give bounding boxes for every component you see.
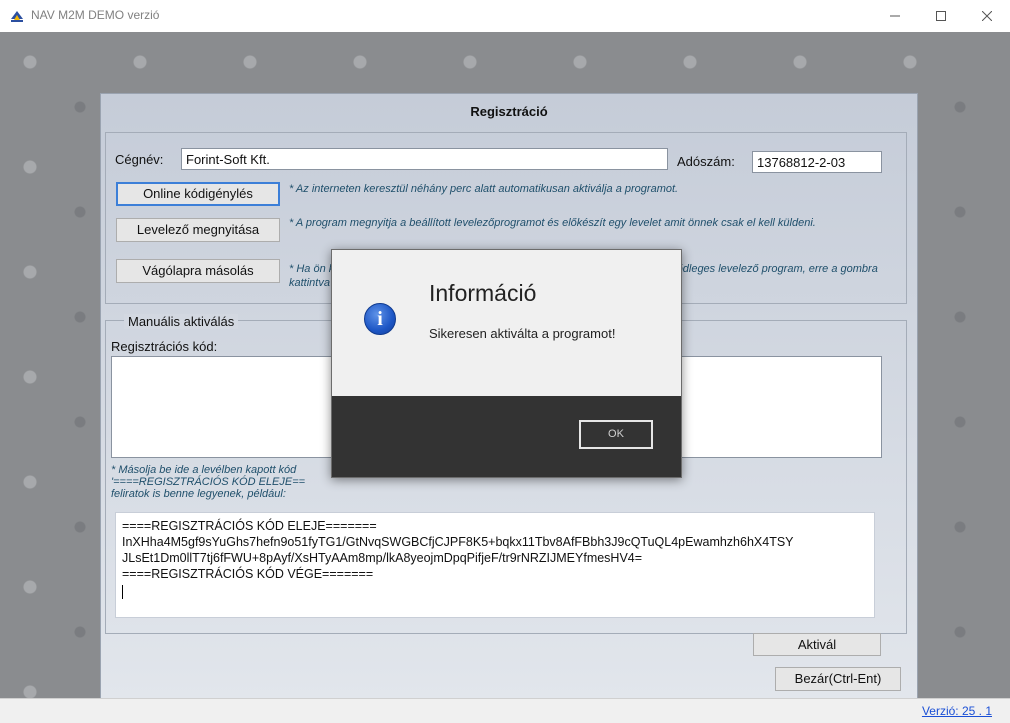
code-input[interactable]: ====REGISZTRÁCIÓS KÓD ELEJE======= InXHh… [115, 512, 875, 618]
text-caret [122, 585, 123, 599]
code-line-end: ====REGISZTRÁCIÓS KÓD VÉGE======= [122, 567, 374, 581]
close-icon [982, 11, 992, 21]
online-hint: * Az interneten keresztül néhány perc al… [289, 183, 679, 195]
dialog-message: Sikeresen aktiválta a programot! [429, 326, 616, 341]
window-title: NAV M2M DEMO verzió [31, 8, 160, 22]
minimize-button[interactable] [872, 0, 918, 32]
close-button[interactable]: Bezár(Ctrl-Ent) [775, 667, 901, 691]
tax-label: Adószám: [677, 154, 735, 169]
info-dialog: Információ i Sikeresen aktiválta a progr… [331, 249, 682, 478]
maximize-icon [936, 11, 946, 21]
company-input[interactable]: Forint-Soft Kft. [181, 148, 668, 170]
open-mail-button[interactable]: Levelező megnyitása [116, 218, 280, 242]
activate-button[interactable]: Aktivál [753, 633, 881, 656]
dialog-title: Információ [429, 280, 537, 306]
version-link[interactable]: Verzió: 25 . 1 [922, 704, 992, 718]
code-line-2: JLsEt1Dm0llT7tj6fFWU+8pAyf/XsHTyAAm8mp/l… [122, 551, 643, 565]
dialog-footer: OK [332, 396, 681, 477]
code-line-start: ====REGISZTRÁCIÓS KÓD ELEJE======= [122, 519, 377, 533]
info-icon: i [364, 303, 396, 335]
mail-hint: * A program megnyitja a beállított level… [289, 217, 816, 229]
company-label: Cégnév: [115, 152, 164, 167]
minimize-icon [890, 15, 900, 17]
manual-hint-line3: feliratok is benne legyenek, például: [111, 488, 286, 500]
reg-code-label: Regisztrációs kód: [111, 339, 218, 354]
code-line-1: InXHha4M5gf9sYuGhs7hefn9o51fyTG1/GtNvqSW… [122, 535, 794, 549]
status-bar: Verzió: 25 . 1 [0, 698, 1010, 723]
manual-legend: Manuális aktiválás [124, 314, 239, 329]
background-pattern: Regisztráció Cégnév: Forint-Soft Kft. Ad… [0, 32, 1010, 698]
panel-title: Regisztráció [470, 104, 548, 119]
title-bar: NAV M2M DEMO verzió [0, 0, 1010, 33]
online-code-request-button[interactable]: Online kódigénylés [116, 182, 280, 206]
close-window-button[interactable] [964, 0, 1010, 32]
copy-clipboard-button[interactable]: Vágólapra másolás [116, 259, 280, 283]
app-logo-icon [11, 11, 23, 22]
ok-button[interactable]: OK [579, 420, 653, 449]
tax-input[interactable]: 13768812-2-03 [752, 151, 882, 173]
maximize-button[interactable] [918, 0, 964, 32]
